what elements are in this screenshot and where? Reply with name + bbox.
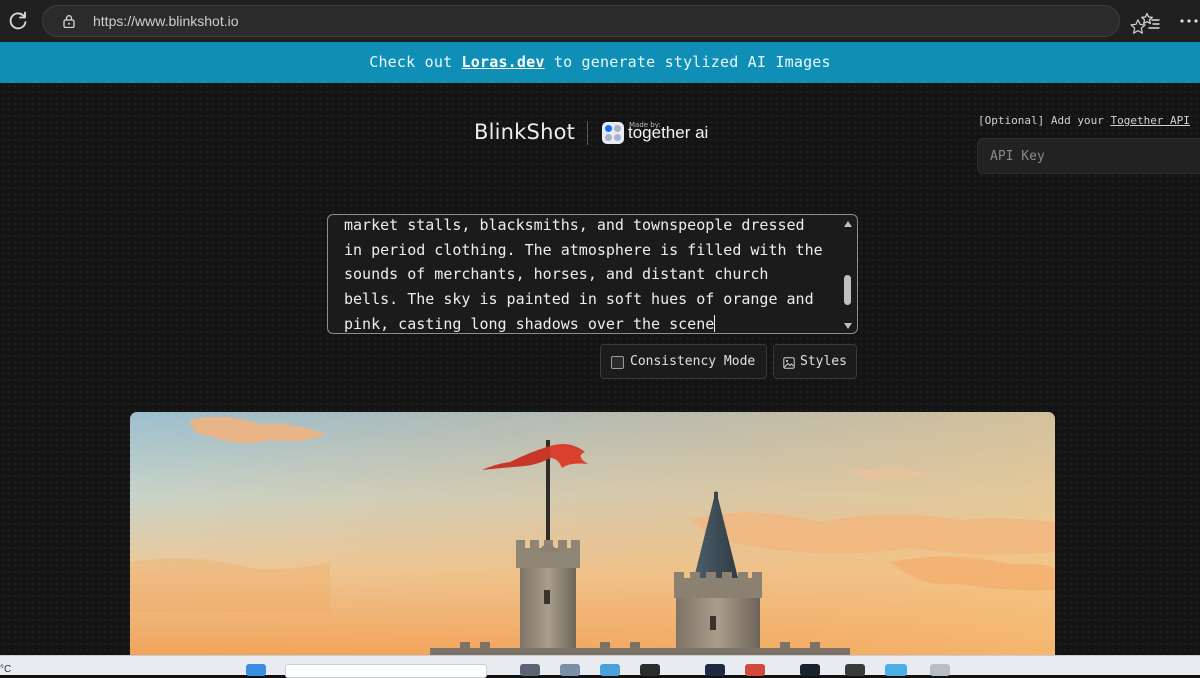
api-key-input[interactable] [977, 138, 1200, 174]
together-api-link[interactable]: Together API [1110, 114, 1189, 127]
url-text[interactable]: https://www.blinkshot.io [93, 13, 239, 29]
lock-icon[interactable] [62, 14, 76, 28]
reload-icon[interactable] [6, 9, 30, 33]
consistency-mode-toggle[interactable]: Consistency Mode [600, 344, 767, 379]
image-style-icon [783, 357, 795, 369]
prompt-scrollbar[interactable] [842, 221, 854, 329]
taskbar-app-icon[interactable] [885, 664, 907, 676]
weather-temp[interactable]: °C [0, 664, 11, 675]
scroll-up-arrow-icon[interactable] [844, 221, 852, 227]
brand-divider [587, 121, 588, 145]
taskbar-app-icon[interactable] [845, 664, 865, 676]
taskbar-app-icon[interactable] [600, 664, 620, 676]
styles-button[interactable]: Styles [773, 344, 857, 379]
api-key-label: [Optional] Add your Together API [978, 114, 1190, 127]
castle-image [130, 412, 1055, 655]
taskbar-search[interactable] [285, 664, 487, 678]
together-ai-link[interactable]: together ai [628, 123, 708, 143]
together-logo-icon [602, 122, 624, 144]
text-caret [714, 314, 716, 332]
api-label-prefix: [Optional] Add your [978, 114, 1111, 127]
styles-label: Styles [800, 354, 847, 369]
scroll-down-arrow-icon[interactable] [844, 323, 852, 329]
taskbar-app-icon[interactable] [560, 664, 580, 676]
blinkshot-logo[interactable]: BlinkShot [474, 120, 575, 144]
taskbar-app-icon[interactable] [800, 664, 820, 676]
generated-image[interactable] [130, 412, 1055, 655]
loras-link[interactable]: Loras.dev [462, 53, 545, 71]
consistency-mode-label: Consistency Mode [630, 354, 756, 369]
prompt-text[interactable]: market stalls, blacksmiths, and townspeo… [344, 215, 832, 333]
os-taskbar: °C [0, 655, 1200, 678]
browser-toolbar: https://www.blinkshot.io [0, 0, 1200, 42]
banner-suffix: to generate stylized AI Images [544, 53, 831, 71]
favorites-icon[interactable] [1140, 11, 1160, 31]
address-bar[interactable]: https://www.blinkshot.io [42, 5, 1146, 37]
taskbar-app-icon[interactable] [745, 664, 765, 676]
taskbar-app-icon[interactable] [705, 664, 725, 676]
consistency-checkbox[interactable] [611, 356, 624, 369]
taskbar-app-icon[interactable] [640, 664, 660, 676]
start-icon[interactable] [246, 664, 266, 676]
taskbar-app-icon[interactable] [520, 664, 540, 676]
more-icon[interactable] [1178, 11, 1200, 31]
scrollbar-thumb[interactable] [844, 275, 851, 305]
prompt-textarea[interactable]: market stalls, blacksmiths, and townspeo… [327, 214, 858, 334]
taskbar-app-icon[interactable] [930, 664, 950, 676]
banner-prefix: Check out [369, 53, 462, 71]
promo-banner: Check out Loras.dev to generate stylized… [0, 42, 1200, 83]
